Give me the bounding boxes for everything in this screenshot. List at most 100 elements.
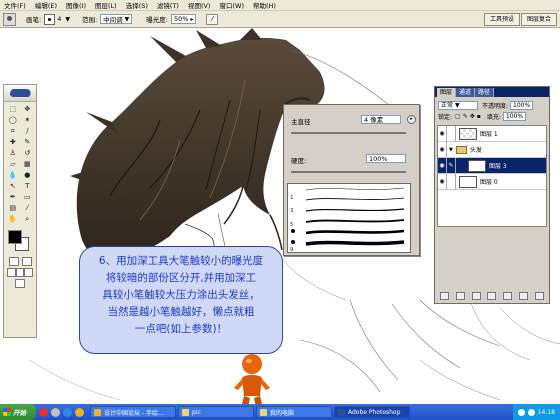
gradient-tool-icon[interactable]: ▦ xyxy=(21,159,35,169)
lock-move-icon[interactable]: ✥ xyxy=(470,113,475,120)
foreground-color[interactable] xyxy=(8,230,22,244)
adjustment-layer-icon[interactable] xyxy=(487,291,497,300)
range-select[interactable]: 中间调 ▼ xyxy=(100,14,133,24)
brush-icon[interactable]: ✎ xyxy=(447,158,456,173)
eraser-tool-icon[interactable]: ▱ xyxy=(6,159,20,169)
eye-icon[interactable]: ◉ xyxy=(438,142,447,157)
link-slot[interactable] xyxy=(447,126,456,141)
panel-menu-icon[interactable]: ▸ xyxy=(407,115,416,124)
exposure-input[interactable]: 50% ▸ xyxy=(171,14,197,24)
hardness-input[interactable]: 100% xyxy=(366,154,406,163)
burn-tool-icon[interactable]: ● xyxy=(21,170,35,180)
quicklaunch-app-icon[interactable] xyxy=(51,407,60,417)
link-slot[interactable] xyxy=(447,174,456,189)
hardness-label: 硬度: xyxy=(291,157,307,165)
layer-mask-icon[interactable] xyxy=(471,291,481,300)
menu-filter[interactable]: 滤镜(T) xyxy=(157,0,179,10)
new-group-icon[interactable] xyxy=(503,291,513,300)
link-layers-icon[interactable] xyxy=(440,291,450,300)
task-photoshop[interactable]: Adobe Photoshop xyxy=(334,406,410,418)
diameter-input[interactable]: 4 像素 xyxy=(361,115,401,124)
fill-input[interactable]: 100% xyxy=(502,112,527,121)
brush-picker[interactable] xyxy=(44,13,56,25)
eye-icon[interactable]: ◉ xyxy=(438,158,447,173)
quick-mask-controls xyxy=(4,256,36,267)
lock-transparency-icon[interactable]: ▢ xyxy=(455,113,461,120)
screen-mode-max-icon[interactable] xyxy=(24,268,34,277)
blend-mode-select[interactable]: 正常 ▼ xyxy=(438,101,478,110)
hardness-slider[interactable] xyxy=(291,171,406,173)
magic-wand-tool-icon[interactable]: ✶ xyxy=(21,115,35,125)
trash-icon[interactable] xyxy=(534,291,544,300)
brush-dropdown-icon[interactable]: ▼ xyxy=(65,16,70,23)
layer-group-row[interactable]: ◉ ▼ 头发 xyxy=(438,142,546,158)
hand-tool-icon[interactable]: ✋ xyxy=(6,214,20,224)
notes-tool-icon[interactable]: ▤ xyxy=(6,203,20,213)
screen-mode-full-icon[interactable] xyxy=(15,268,25,277)
lasso-tool-icon[interactable]: ◯ xyxy=(6,115,20,125)
eyedropper-tool-icon[interactable]: ⁄ xyxy=(21,203,35,213)
task-forum[interactable]: 设计中国论坛 - 手绘… xyxy=(90,406,176,418)
quicklaunch-app-icon[interactable] xyxy=(75,407,84,417)
move-tool-icon[interactable]: ✥ xyxy=(21,104,35,114)
tab-paths[interactable]: 路径 xyxy=(475,88,495,97)
quicklaunch-app-icon[interactable] xyxy=(39,407,48,417)
layer-style-icon[interactable] xyxy=(456,291,466,300)
tab-layer-comps[interactable]: 图层复合 xyxy=(520,13,557,26)
diameter-label: 主直径 xyxy=(291,118,311,126)
expand-triangle-icon[interactable]: ▼ xyxy=(449,147,453,153)
type-tool-icon[interactable]: T xyxy=(21,181,35,191)
blur-tool-icon[interactable]: 💧 xyxy=(6,170,20,180)
eye-icon[interactable]: ◉ xyxy=(438,126,447,141)
menu-layer[interactable]: 图层(L) xyxy=(95,0,117,10)
brush-preset-list[interactable]: 1 3 5 9 xyxy=(287,183,411,253)
brush-tool-icon[interactable]: ✎ xyxy=(21,137,35,147)
new-layer-icon[interactable] xyxy=(518,291,528,300)
start-button[interactable]: 开始 xyxy=(0,404,36,420)
task-pic[interactable]: pic xyxy=(178,406,254,418)
menu-select[interactable]: 选择(S) xyxy=(126,0,148,10)
healing-tool-icon[interactable]: ✚ xyxy=(6,137,20,147)
photoshop-logo xyxy=(4,85,36,102)
burn-tool-icon[interactable] xyxy=(3,12,16,26)
fill-label: 填充: xyxy=(486,114,501,121)
path-tool-icon[interactable]: ↖ xyxy=(6,181,20,191)
menu-edit[interactable]: 编辑(E) xyxy=(35,0,57,10)
lock-all-icon[interactable]: ▪ xyxy=(477,113,481,120)
task-my-computer[interactable]: 我的电脑 xyxy=(256,406,332,418)
menu-view[interactable]: 视图(V) xyxy=(188,0,211,10)
menu-image[interactable]: 图像(I) xyxy=(66,0,86,10)
tray-icon[interactable] xyxy=(527,408,535,416)
opacity-input[interactable]: 100% xyxy=(510,101,534,110)
toolbox: ⬚ ✥ ◯ ✶ ⌗ ∕ ✚ ✎ ♙ ↺ ▱ ▦ 💧 ● ↖ T ✒ ▭ ▤ ⁄ … xyxy=(3,84,37,338)
zoom-tool-icon[interactable]: ⌕ xyxy=(21,214,35,224)
screen-mode-standard-icon[interactable] xyxy=(7,268,16,277)
lock-brush-icon[interactable]: ✎ xyxy=(463,113,468,120)
menu-help[interactable]: 帮助(H) xyxy=(253,0,276,10)
layer-list: ◉ 图层 1 ◉ ▼ 头发 ◉ ✎ 图层 3 ◉ 图层 0 xyxy=(437,125,547,227)
tray-icon[interactable] xyxy=(517,408,525,416)
menu-bar: 文件(F) 编辑(E) 图像(I) 图层(L) 选择(S) 滤镜(T) 视图(V… xyxy=(0,0,560,11)
marquee-tool-icon[interactable]: ⬚ xyxy=(6,104,20,114)
slice-tool-icon[interactable]: ∕ xyxy=(21,126,35,136)
airbrush-icon[interactable]: ⁄ xyxy=(206,13,219,25)
shape-tool-icon[interactable]: ▭ xyxy=(21,192,35,202)
history-brush-tool-icon[interactable]: ↺ xyxy=(21,148,35,158)
tab-channels[interactable]: 通道 xyxy=(456,88,476,97)
layer-row[interactable]: ◉ 图层 1 xyxy=(438,126,546,142)
menu-file[interactable]: 文件(F) xyxy=(4,0,26,10)
menu-window[interactable]: 窗口(W) xyxy=(219,0,244,10)
diameter-slider[interactable] xyxy=(291,132,406,134)
imageready-icon[interactable] xyxy=(15,279,25,288)
layer-row-selected[interactable]: ◉ ✎ 图层 3 xyxy=(438,158,546,174)
crop-tool-icon[interactable]: ⌗ xyxy=(6,126,20,136)
tab-layers[interactable]: 图层 xyxy=(437,88,457,97)
stamp-tool-icon[interactable]: ♙ xyxy=(6,148,20,158)
pen-tool-icon[interactable]: ✒ xyxy=(6,192,20,202)
standard-mode-icon[interactable] xyxy=(8,257,19,266)
eye-icon[interactable]: ◉ xyxy=(438,174,447,189)
tab-tool-presets[interactable]: 工具预设 xyxy=(483,13,520,26)
quick-mask-icon[interactable] xyxy=(21,257,32,266)
layer-row[interactable]: ◉ 图层 0 xyxy=(438,174,546,190)
ie-icon[interactable] xyxy=(63,407,72,417)
